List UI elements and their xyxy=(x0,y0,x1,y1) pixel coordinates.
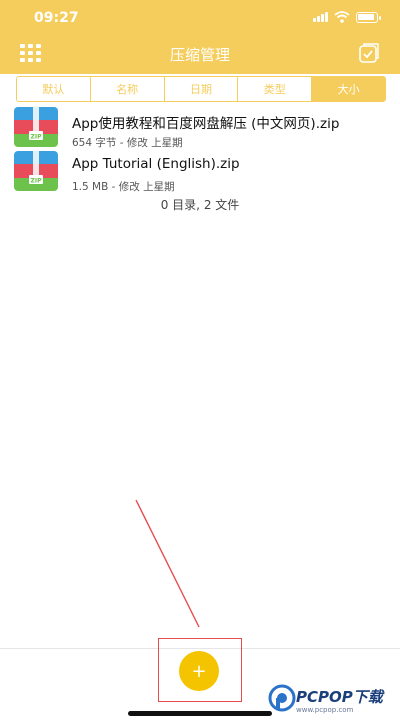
watermark-text: PCPOP下载 xyxy=(296,688,383,706)
watermark-url: www.pcpop.com xyxy=(296,706,354,714)
pcpop-logo-icon xyxy=(268,684,296,712)
add-button[interactable]: + xyxy=(179,651,219,691)
annotation-arrow xyxy=(135,499,200,628)
watermark: PCPOP下载 www.pcpop.com xyxy=(268,682,394,718)
home-indicator xyxy=(128,711,272,716)
